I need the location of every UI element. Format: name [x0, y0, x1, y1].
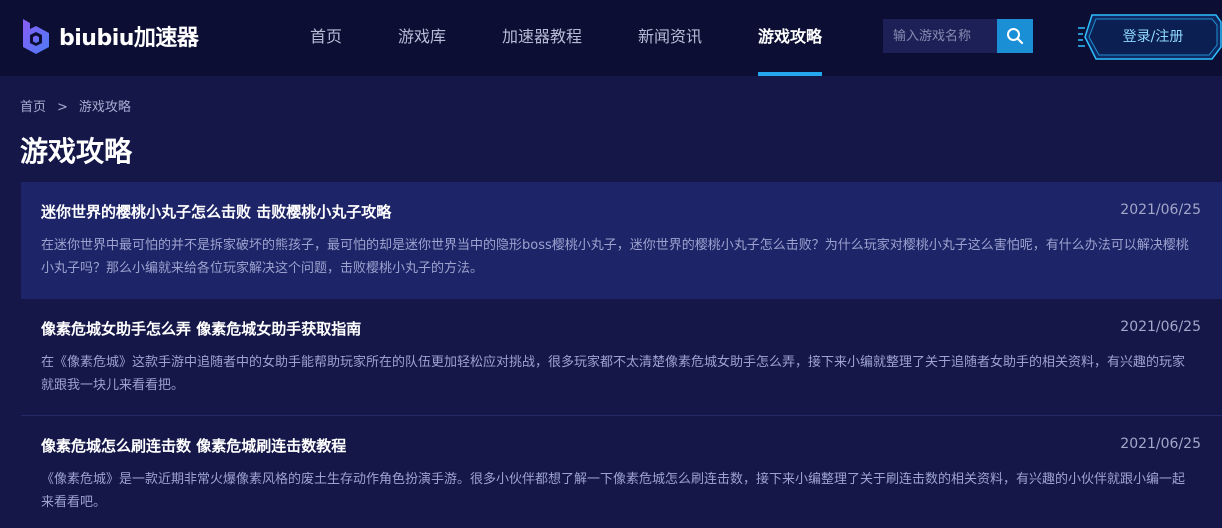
login-register-button[interactable]: 登录/注册	[1076, 14, 1222, 60]
biubiu-logo-icon	[23, 19, 49, 54]
search-icon	[1007, 28, 1024, 45]
article-summary: 在迷你世界中最可怕的并不是拆家破坏的熊孩子，最可怕的却是迷你世界当中的隐形bos…	[41, 238, 1189, 276]
active-tab-indicator	[758, 72, 822, 76]
article-summary: 《像素危城》是一款近期非常火爆像素风格的废土生存动作角色扮演手游。很多小伙伴都想…	[41, 472, 1186, 510]
nav-item-news[interactable]: 新闻资讯	[638, 0, 702, 76]
nav-item-accelerator-tutorial[interactable]: 加速器教程	[502, 0, 582, 76]
article-date: 2021/06/25	[1120, 436, 1201, 452]
article-item[interactable]: 像素危城女助手怎么弄 像素危城女助手获取指南 2021/06/25 在《像素危城…	[21, 299, 1222, 415]
brand-logo[interactable]: biubiu加速器	[20, 16, 199, 56]
breadcrumb-current[interactable]: 游戏攻略	[79, 96, 131, 115]
brand-name: biubiu加速器	[59, 26, 199, 51]
top-navigation-bar: biubiu加速器 首页 游戏库 加速器教程 新闻资讯 游戏攻略 登录/注册	[0, 0, 1222, 76]
article-summary: 在《像素危城》这款手游中追随者中的女助手能帮助玩家所在的队伍更加轻松应对挑战，很…	[41, 355, 1186, 393]
article-item[interactable]: 像素危城怎么刷连击数 像素危城刷连击数教程 2021/06/25 《像素危城》是…	[21, 416, 1222, 528]
breadcrumb-separator: >	[57, 100, 68, 115]
nav-item-game-guides[interactable]: 游戏攻略	[758, 0, 822, 76]
breadcrumb-home-link[interactable]: 首页	[20, 96, 46, 115]
article-title[interactable]: 像素危城女助手怎么弄 像素危城女助手获取指南	[41, 318, 361, 339]
breadcrumb: 首页 > 游戏攻略	[20, 96, 131, 115]
article-date: 2021/06/25	[1120, 319, 1201, 335]
login-register-label: 登录/注册	[1122, 29, 1184, 45]
article-date: 2021/06/25	[1120, 202, 1201, 218]
article-title[interactable]: 像素危城怎么刷连击数 像素危城刷连击数教程	[41, 435, 346, 456]
search-input[interactable]	[883, 19, 997, 53]
article-item[interactable]: 迷你世界的樱桃小丸子怎么击败 击败樱桃小丸子攻略 2021/06/25 在迷你世…	[21, 182, 1222, 299]
search-button[interactable]	[997, 19, 1033, 53]
search-box	[883, 19, 1033, 53]
page-title: 游戏攻略	[20, 135, 133, 168]
nav-item-home[interactable]: 首页	[310, 0, 342, 76]
nav-item-game-library[interactable]: 游戏库	[398, 0, 446, 76]
article-title[interactable]: 迷你世界的樱桃小丸子怎么击败 击败樱桃小丸子攻略	[41, 201, 391, 222]
